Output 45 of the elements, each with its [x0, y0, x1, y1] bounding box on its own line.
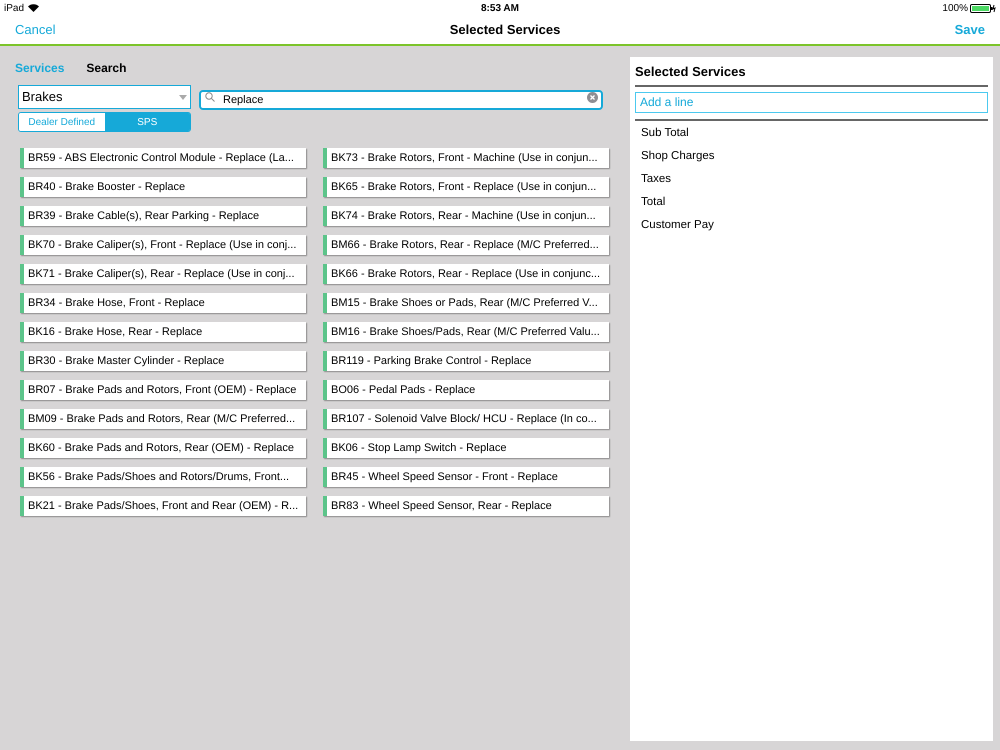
- clear-icon[interactable]: [587, 92, 598, 102]
- clock: 8:53 AM: [481, 2, 519, 16]
- service-item[interactable]: BK60 - Brake Pads and Rotors, Rear (OEM) - Replace: [20, 438, 306, 458]
- service-item[interactable]: BR39 - Brake Cable(s), Rear Parking - Replace: [20, 206, 306, 226]
- service-item[interactable]: BR34 - Brake Hose, Front - Replace: [20, 293, 306, 313]
- service-item[interactable]: BK66 - Brake Rotors, Rear - Replace (Use in conjunc...: [323, 264, 609, 284]
- service-item[interactable]: BK21 - Brake Pads/Shoes, Front and Rear (OEM) - R...: [20, 496, 306, 516]
- service-item[interactable]: BR40 - Brake Booster - Replace: [20, 177, 306, 197]
- summary-label: Sub Total: [641, 126, 690, 141]
- service-item[interactable]: BK16 - Brake Hose, Rear - Replace: [20, 322, 306, 342]
- add-line-field[interactable]: Add a line: [635, 92, 988, 112]
- service-item[interactable]: BR119 - Parking Brake Control - Replace: [323, 351, 609, 371]
- service-item[interactable]: BK70 - Brake Caliper(s), Front - Replace (Use in conj...: [20, 235, 306, 255]
- summary-label: Shop Charges: [641, 149, 716, 164]
- service-item[interactable]: BM16 - Brake Shoes/Pads, Rear (M/C Preferred Valu...: [323, 322, 609, 342]
- service-item[interactable]: BM66 - Brake Rotors, Rear - Replace (M/C Preferred...: [323, 235, 609, 255]
- service-item[interactable]: BK65 - Brake Rotors, Front - Replace (Use in conjun...: [323, 177, 609, 197]
- device-name: iPad: [4, 2, 24, 16]
- service-item[interactable]: BR30 - Brake Master Cylinder - Replace: [20, 351, 306, 371]
- screen-title: Selected Services: [450, 21, 560, 40]
- category-dropdown[interactable]: Brakes: [18, 85, 191, 109]
- summary-label: Total: [641, 195, 666, 210]
- battery-icon: [970, 4, 996, 12]
- service-item[interactable]: BM15 - Brake Shoes or Pads, Rear (M/C Preferred V...: [323, 293, 609, 313]
- service-item[interactable]: BK56 - Brake Pads/Shoes and Rotors/Drums, Front...: [20, 467, 306, 487]
- service-item[interactable]: BK71 - Brake Caliper(s), Rear - Replace (Use in conj...: [20, 264, 306, 284]
- service-item[interactable]: BK74 - Brake Rotors, Rear - Machine (Use in conjun...: [323, 206, 609, 226]
- search-icon: [205, 92, 215, 102]
- service-item[interactable]: BR83 - Wheel Speed Sensor, Rear - Replace: [323, 496, 609, 516]
- service-item[interactable]: BM09 - Brake Pads and Rotors, Rear (M/C Preferred...: [20, 409, 306, 429]
- wifi-icon: [28, 4, 40, 12]
- battery-percent: 100%: [942, 2, 968, 16]
- summary-label: Taxes: [641, 172, 672, 187]
- service-item[interactable]: BO06 - Pedal Pads - Replace: [323, 380, 609, 400]
- service-item[interactable]: BR45 - Wheel Speed Sensor - Front - Replace: [323, 467, 609, 487]
- service-item[interactable]: BK06 - Stop Lamp Switch - Replace: [323, 438, 609, 458]
- summary-label: Customer Pay: [641, 218, 715, 233]
- tab[interactable]: Search: [86, 59, 126, 77]
- service-item[interactable]: BR107 - Solenoid Valve Block/ HCU - Replace (In co...: [323, 409, 609, 429]
- panel-title: Selected Services: [635, 63, 747, 81]
- service-item[interactable]: BK73 - Brake Rotors, Front - Machine (Use in conjun...: [323, 148, 609, 168]
- service-item[interactable]: BR07 - Brake Pads and Rotors, Front (OEM) - Replace: [20, 380, 306, 400]
- caret-icon: [179, 94, 187, 100]
- search-field[interactable]: Replace: [199, 90, 603, 110]
- service-item[interactable]: BR59 - ABS Electronic Control Module - Replace (La...: [20, 148, 306, 168]
